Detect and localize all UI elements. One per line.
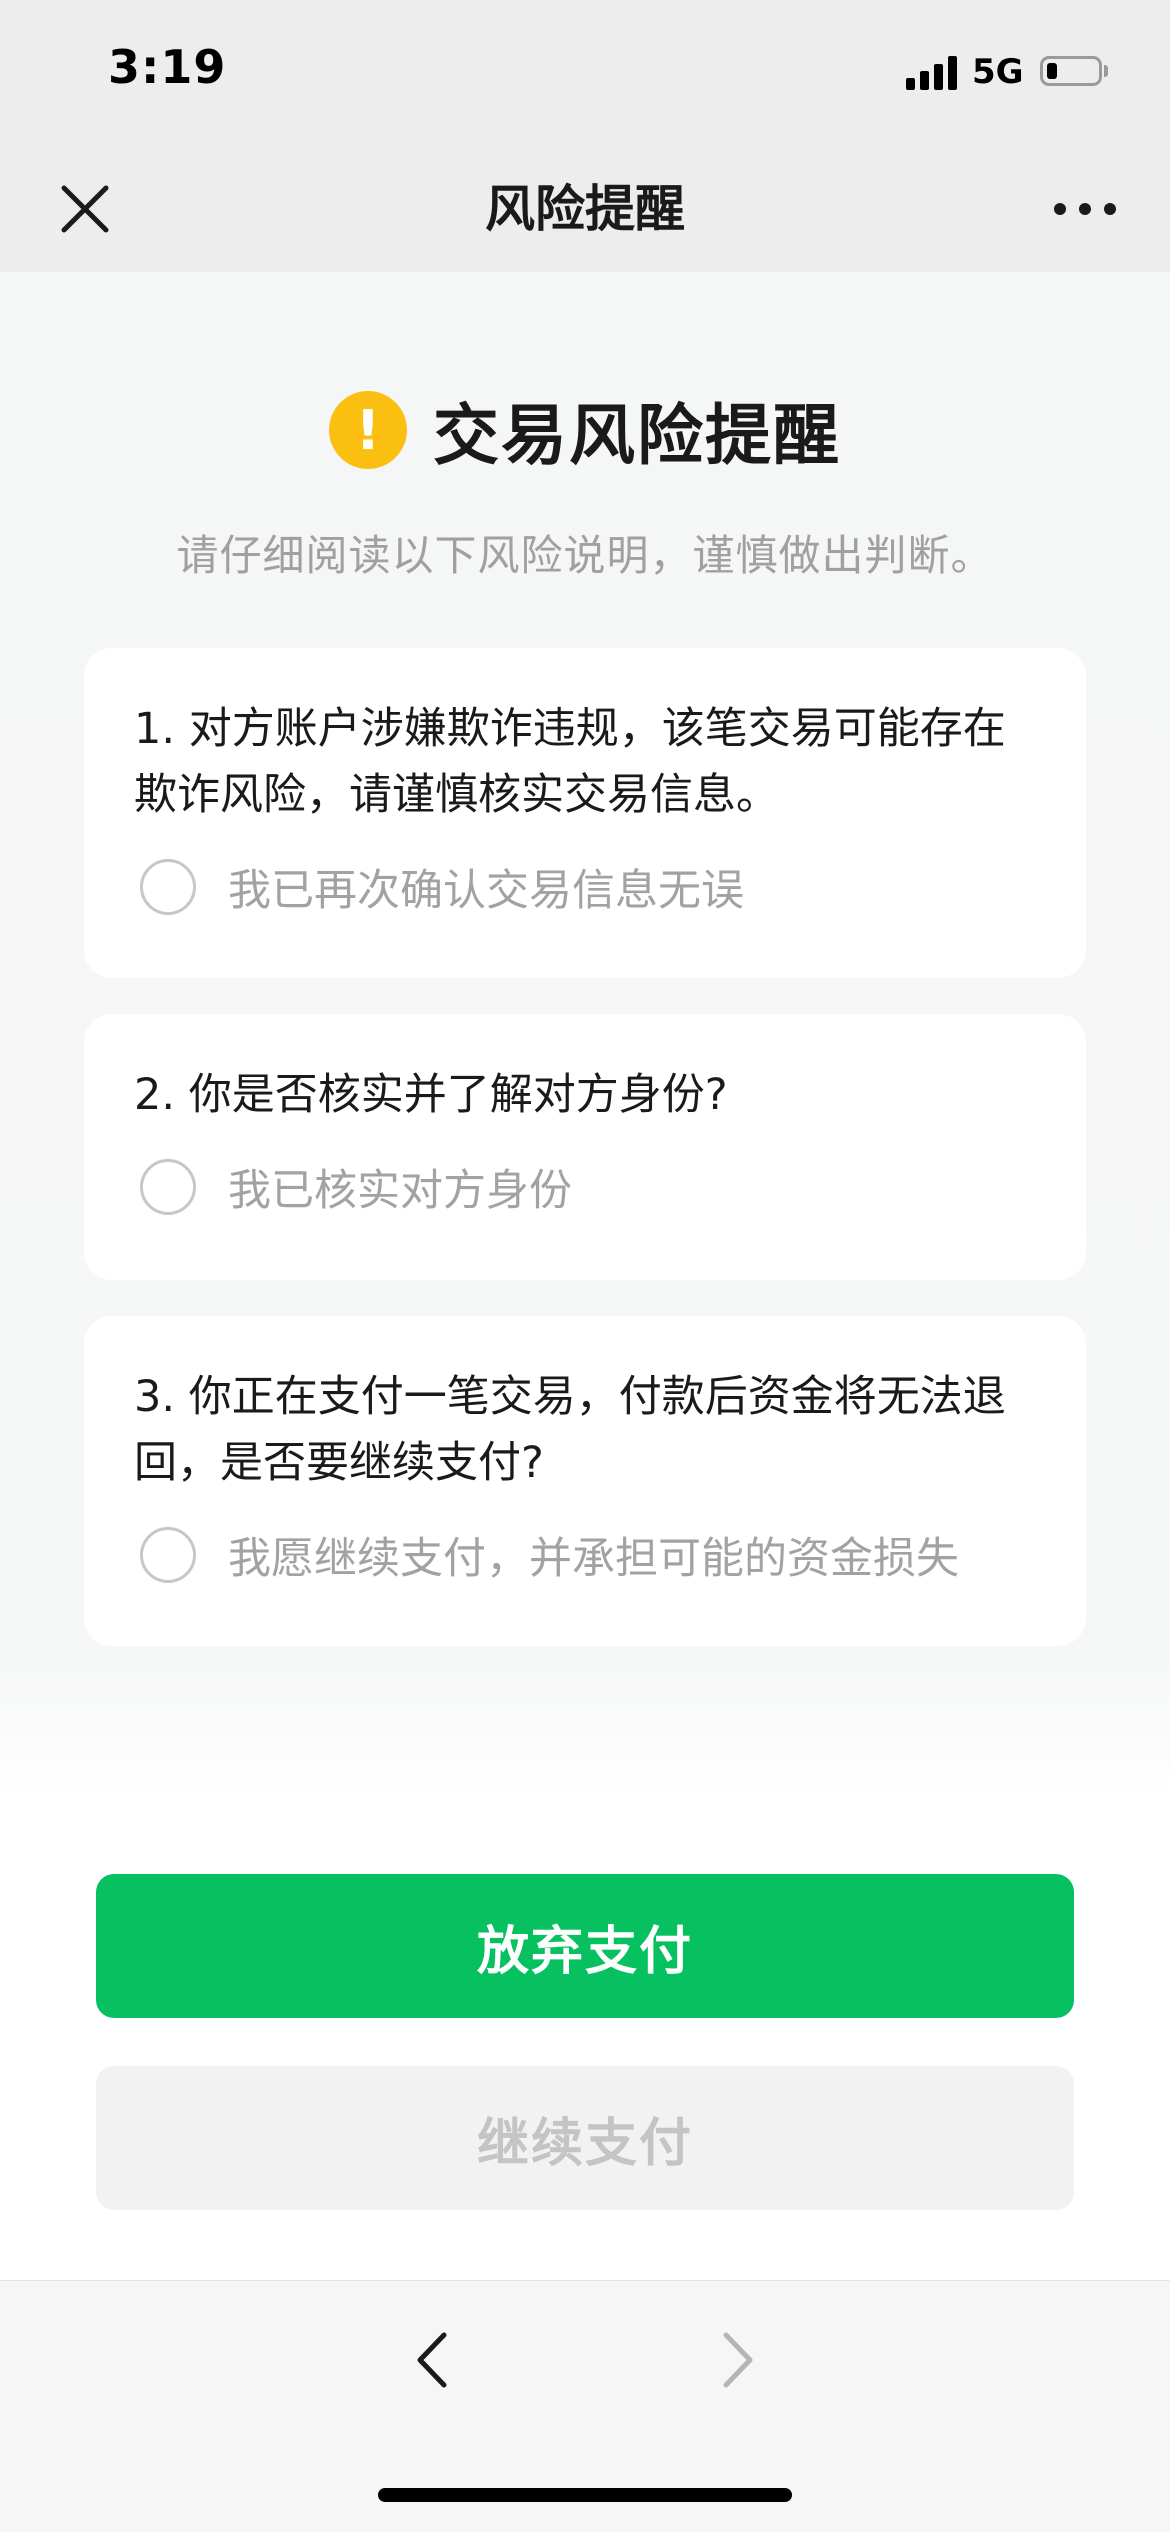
risk-card-3: 3. 你正在支付一笔交易，付款后资金将无法退回，是否要继续支付? 我愿继续支付，… bbox=[84, 1316, 1086, 1646]
risk-card-2: 2. 你是否核实并了解对方身份? 我已核实对方身份 bbox=[84, 1014, 1086, 1280]
home-indicator bbox=[378, 2488, 792, 2502]
risk-question-2: 2. 你是否核实并了解对方身份? bbox=[134, 1070, 728, 1120]
signal-icon bbox=[906, 56, 960, 90]
radio-button[interactable] bbox=[140, 1527, 196, 1583]
confirm-option-3[interactable]: 我愿继续支付，并承担可能的资金损失 bbox=[134, 1524, 1036, 1586]
confirm-option-1[interactable]: 我已再次确认交易信息无误 bbox=[134, 856, 1036, 918]
warning-icon: ! bbox=[329, 391, 407, 469]
heading-subtitle: 请仔细阅读以下风险说明，谨慎做出判断。 bbox=[176, 531, 994, 580]
confirm-option-2[interactable]: 我已核实对方身份 bbox=[134, 1156, 1036, 1218]
option-label[interactable]: 我愿继续支付，并承担可能的资金损失 bbox=[228, 1524, 959, 1586]
chevron-left-icon[interactable] bbox=[404, 2325, 460, 2395]
chevron-right-icon[interactable] bbox=[710, 2325, 766, 2395]
risk-card-1: 1. 对方账户涉嫌欺诈违规，该笔交易可能存在欺诈风险，请谨慎核实交易信息。 我已… bbox=[84, 648, 1086, 978]
status-time: 3:19 bbox=[108, 40, 227, 94]
battery-icon bbox=[1040, 56, 1102, 86]
option-label[interactable]: 我已再次确认交易信息无误 bbox=[228, 856, 744, 918]
status-bar: 3:19 5G bbox=[0, 0, 1170, 150]
heading-title: 交易风险提醒 bbox=[433, 397, 841, 474]
battery-tip bbox=[1104, 65, 1108, 77]
continue-payment-button[interactable]: 继续支付 bbox=[96, 2066, 1074, 2210]
risk-question-3: 3. 你正在支付一笔交易，付款后资金将无法退回，是否要继续支付? bbox=[134, 1372, 1006, 1488]
network-label: 5G bbox=[972, 52, 1024, 92]
radio-button[interactable] bbox=[140, 859, 196, 915]
radio-button[interactable] bbox=[140, 1159, 196, 1215]
option-label[interactable]: 我已核实对方身份 bbox=[228, 1156, 572, 1218]
nav-bar: 风险提醒 bbox=[0, 150, 1170, 272]
more-icon[interactable] bbox=[1050, 176, 1120, 242]
page-title: 风险提醒 bbox=[485, 180, 685, 238]
risk-question-1: 1. 对方账户涉嫌欺诈违规，该笔交易可能存在欺诈风险，请谨慎核实交易信息。 bbox=[134, 704, 1006, 820]
risk-heading: ! 交易风险提醒 bbox=[0, 380, 1170, 480]
abandon-payment-button[interactable]: 放弃支付 bbox=[96, 1874, 1074, 2018]
close-icon[interactable] bbox=[52, 176, 118, 242]
